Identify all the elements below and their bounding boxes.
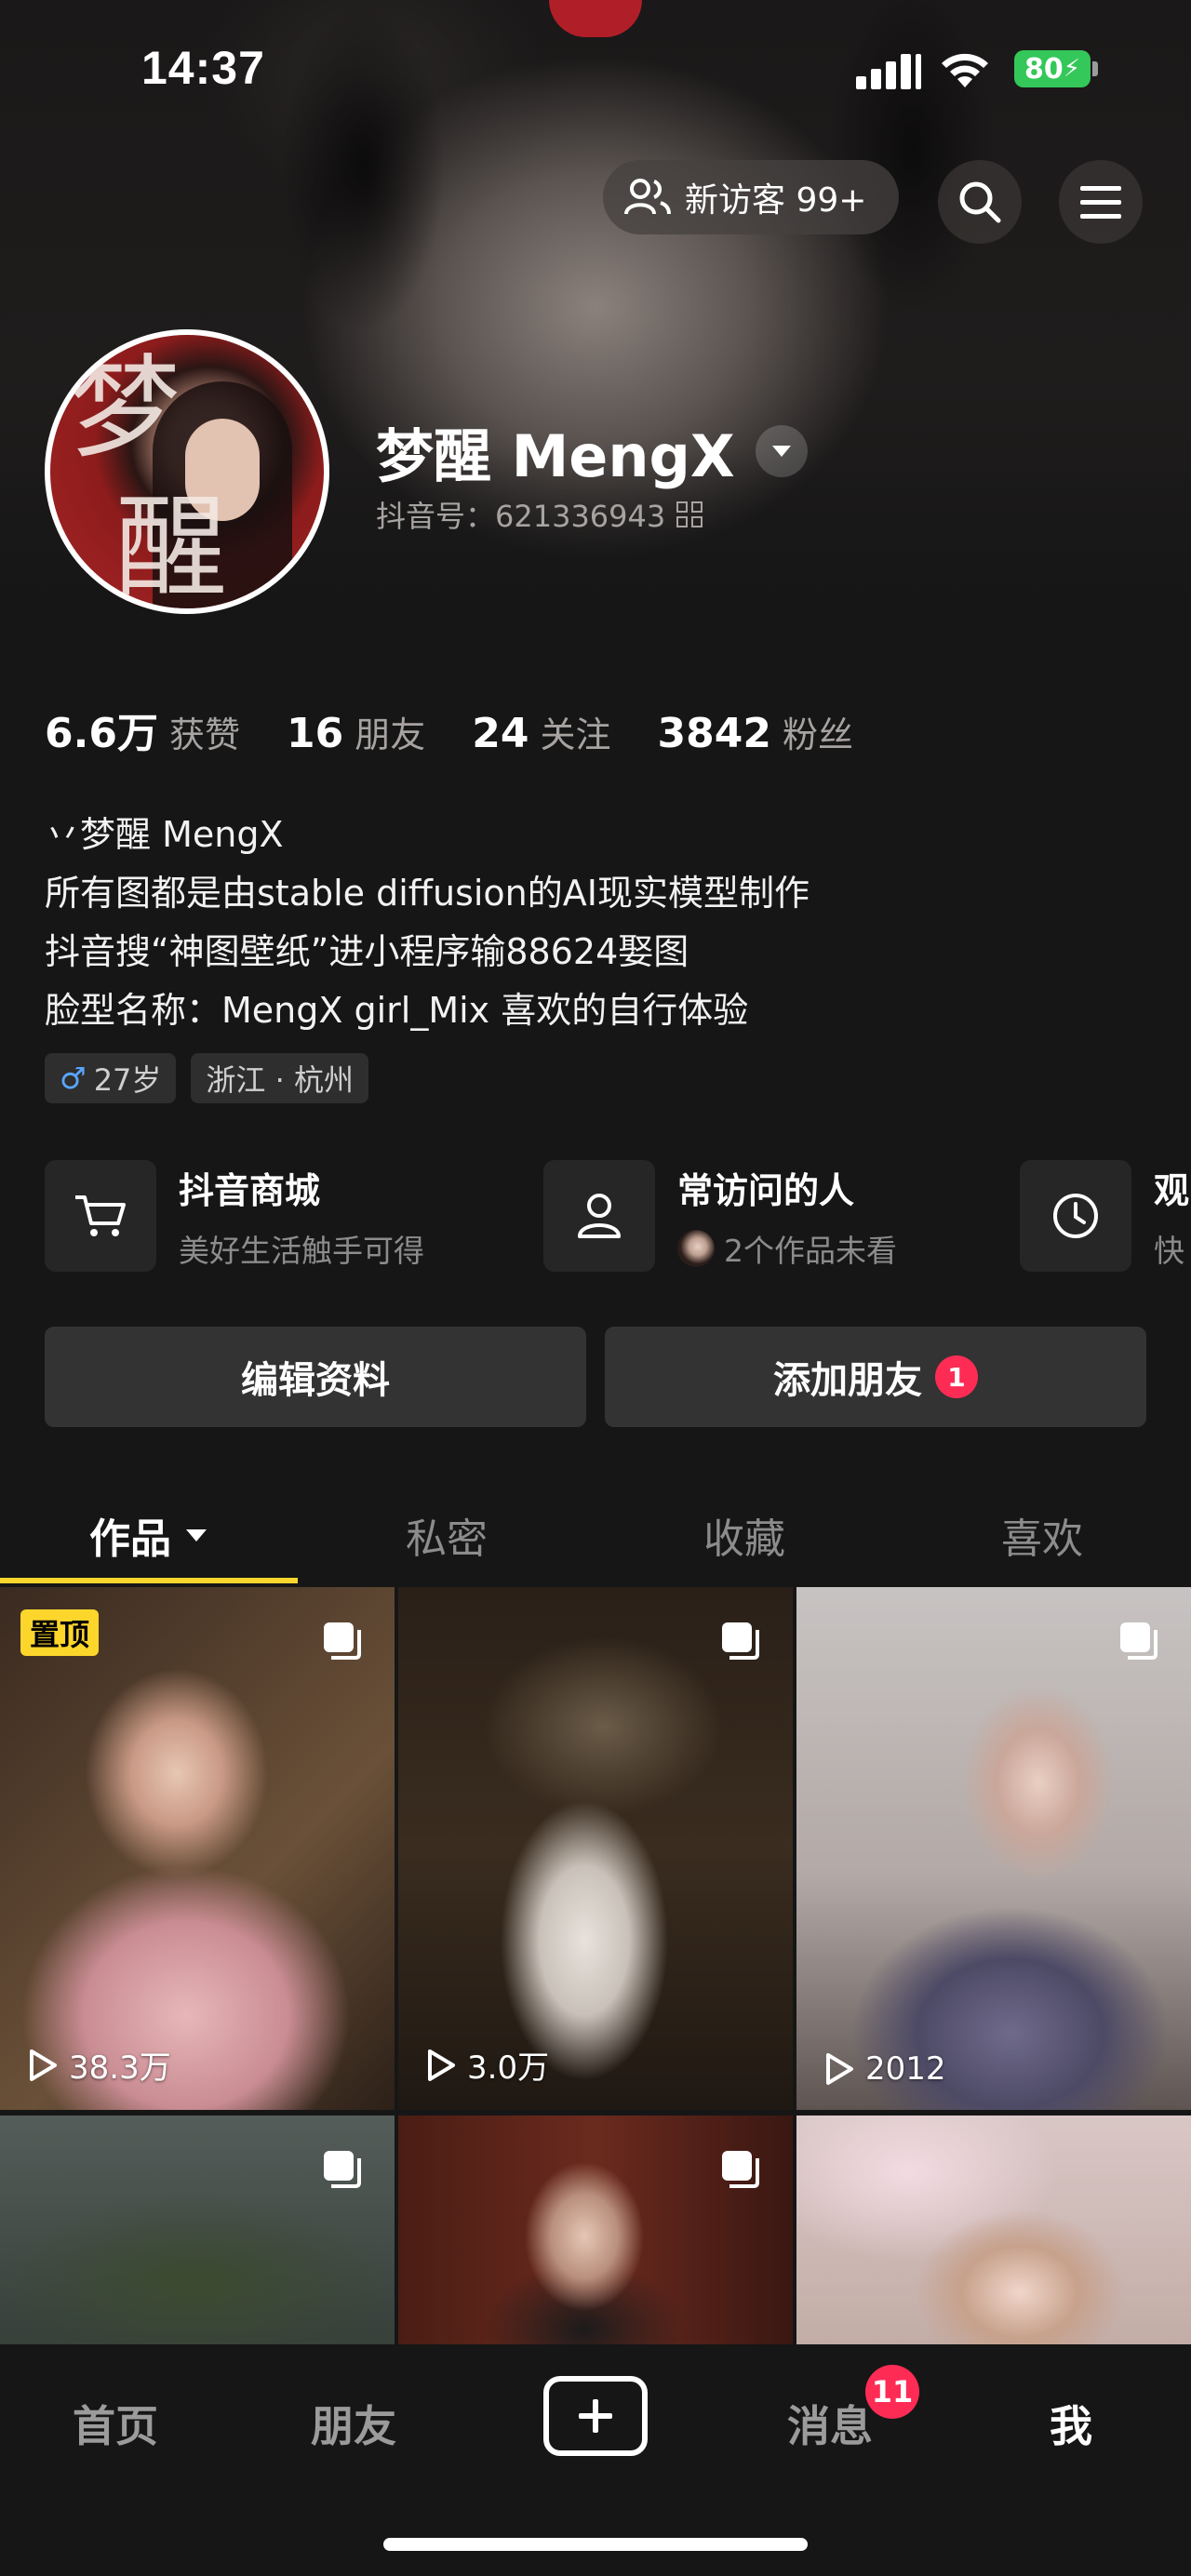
create-button[interactable] [543, 2376, 648, 2456]
multi-image-icon [722, 1622, 759, 1660]
status-time: 14:37 [141, 42, 265, 94]
nav-me[interactable]: 我 [1050, 2393, 1092, 2454]
triangle-down-icon [771, 446, 791, 457]
visitors-label: 新访客 99+ [685, 181, 867, 220]
search-icon [959, 181, 1001, 223]
content-tabs: 作品 私密 收藏 喜欢 [0, 1488, 1191, 1582]
edit-profile-button[interactable]: 编辑资料 [45, 1327, 586, 1427]
battery-level: 80 [1024, 52, 1064, 86]
clock-icon [1020, 1160, 1131, 1272]
tab-favorites[interactable]: 收藏 [596, 1488, 893, 1582]
video-thumbnail[interactable]: 置顶 38.3万 [0, 1587, 395, 2110]
menu-icon [1080, 186, 1121, 219]
menu-button[interactable] [1059, 160, 1143, 244]
shortcut-frequent-visitors[interactable]: 常访问的人 2个作品未看 [543, 1159, 897, 1273]
nav-messages[interactable]: 消息 [787, 2393, 873, 2454]
shortcut-frequent-title: 常访问的人 [677, 1169, 855, 1211]
shortcut-mall-title: 抖音商城 [179, 1169, 321, 1211]
friends-count[interactable]: 16 [287, 710, 343, 757]
triangle-down-icon [186, 1529, 207, 1542]
likes-count[interactable]: 6.6万 [45, 700, 158, 759]
video-thumbnail[interactable]: 2012 [796, 1587, 1191, 2110]
followers-label: 粉丝 [782, 714, 853, 755]
cover-lips [549, 0, 642, 37]
add-friend-button[interactable]: 添加朋友 1 [605, 1327, 1146, 1427]
play-icon [826, 2053, 853, 2085]
qr-code-icon[interactable] [676, 501, 703, 527]
account-switch-button[interactable] [755, 425, 808, 477]
following-count[interactable]: 24 [472, 710, 529, 757]
bio-line: 脸型名称：MengX girl_Mix 喜欢的自行体验 [45, 990, 749, 1031]
shortcut-history-subtitle: 快 [1154, 1232, 1184, 1269]
age-label: 27岁 [93, 1062, 162, 1098]
shortcut-mall[interactable]: 抖音商城 美好生活触手可得 [45, 1159, 424, 1273]
person-icon [543, 1160, 655, 1272]
bio-line: 丷梦醒 MengX [45, 814, 284, 855]
play-icon [428, 2049, 455, 2081]
shortcut-history[interactable]: 观 快 [1020, 1159, 1189, 1273]
play-count: 38.3万 [69, 2049, 171, 2087]
douyin-id: 抖音号：621336943 [376, 499, 666, 534]
age-tag: ♂ 27岁 [45, 1053, 177, 1103]
multi-image-icon [324, 1622, 361, 1660]
friends-label: 朋友 [355, 714, 426, 755]
search-button[interactable] [938, 160, 1022, 244]
tab-private[interactable]: 私密 [298, 1488, 596, 1582]
add-friend-label: 添加朋友 [773, 1359, 922, 1402]
active-tab-indicator [0, 1578, 298, 1583]
likes-label: 获赞 [168, 714, 240, 755]
mini-avatar [677, 1229, 715, 1267]
tab-works[interactable]: 作品 [0, 1488, 298, 1582]
shortcut-frequent-subtitle: 2个作品未看 [724, 1232, 897, 1269]
play-count: 2012 [865, 2050, 946, 2088]
profile-bio: 丷梦醒 MengX 所有图都是由stable diffusion的AI现实模型制… [45, 806, 810, 1040]
tab-likes[interactable]: 喜欢 [893, 1488, 1191, 1582]
bio-line: 所有图都是由stable diffusion的AI现实模型制作 [45, 873, 810, 914]
play-count-row: 38.3万 [28, 2042, 171, 2088]
video-thumbnail[interactable]: 3.0万 [398, 1587, 793, 2110]
location-label: 浙江 · 杭州 [206, 1062, 354, 1098]
battery-indicator: 80 ⚡ [1014, 50, 1091, 87]
edit-profile-label: 编辑资料 [241, 1359, 390, 1402]
bio-line: 抖音搜“神图壁纸”进小程序输88624娶图 [45, 931, 689, 972]
play-count: 3.0万 [467, 2049, 550, 2087]
add-friend-badge: 1 [935, 1355, 978, 1398]
play-count-row: 2012 [824, 2050, 946, 2088]
profile-tags: ♂ 27岁 浙江 · 杭州 [45, 1053, 383, 1103]
profile-name: 梦醒 MengX [376, 422, 735, 490]
avatar-calligraphy-2: 醒 [115, 484, 227, 613]
followers-count[interactable]: 3842 [657, 710, 770, 757]
plus-icon [579, 2399, 612, 2433]
battery-tip [1092, 61, 1098, 76]
shortcut-mall-subtitle: 美好生活触手可得 [179, 1232, 424, 1269]
douyin-id-row[interactable]: 抖音号：621336943 [376, 493, 703, 536]
tab-works-label: 作品 [89, 1515, 171, 1563]
shortcut-frequent-subtitle-row: 2个作品未看 [677, 1226, 897, 1271]
wifi-icon [942, 53, 988, 87]
profile-name-row: 梦醒 MengX [376, 409, 808, 493]
male-icon: ♂ [60, 1061, 87, 1096]
location-tag: 浙江 · 杭州 [191, 1053, 368, 1103]
nav-home[interactable]: 首页 [73, 2393, 158, 2454]
new-visitors-button[interactable]: 新访客 99+ [603, 160, 899, 234]
multi-image-icon [324, 2151, 361, 2188]
cart-icon [45, 1160, 156, 1272]
avatar[interactable]: 梦 醒 [45, 329, 329, 614]
pinned-badge: 置顶 [20, 1609, 100, 1656]
multi-image-icon [722, 2151, 759, 2188]
avatar-calligraphy-1: 梦 [69, 344, 181, 474]
status-bar: 14:37 80 ⚡ [0, 41, 1191, 97]
play-icon [30, 2049, 57, 2081]
multi-image-icon [1120, 1622, 1158, 1660]
stats-row: 6.6万 获赞 16 朋友 24 关注 3842 粉丝 [45, 700, 900, 759]
home-indicator [383, 2538, 808, 2551]
shortcut-history-title: 观 [1154, 1169, 1190, 1211]
play-count-row: 3.0万 [426, 2042, 549, 2088]
signal-icon [856, 52, 921, 89]
nav-friends[interactable]: 朋友 [311, 2393, 396, 2454]
visitors-icon [624, 179, 671, 215]
following-label: 关注 [540, 714, 611, 755]
messages-badge: 11 [865, 2365, 919, 2419]
